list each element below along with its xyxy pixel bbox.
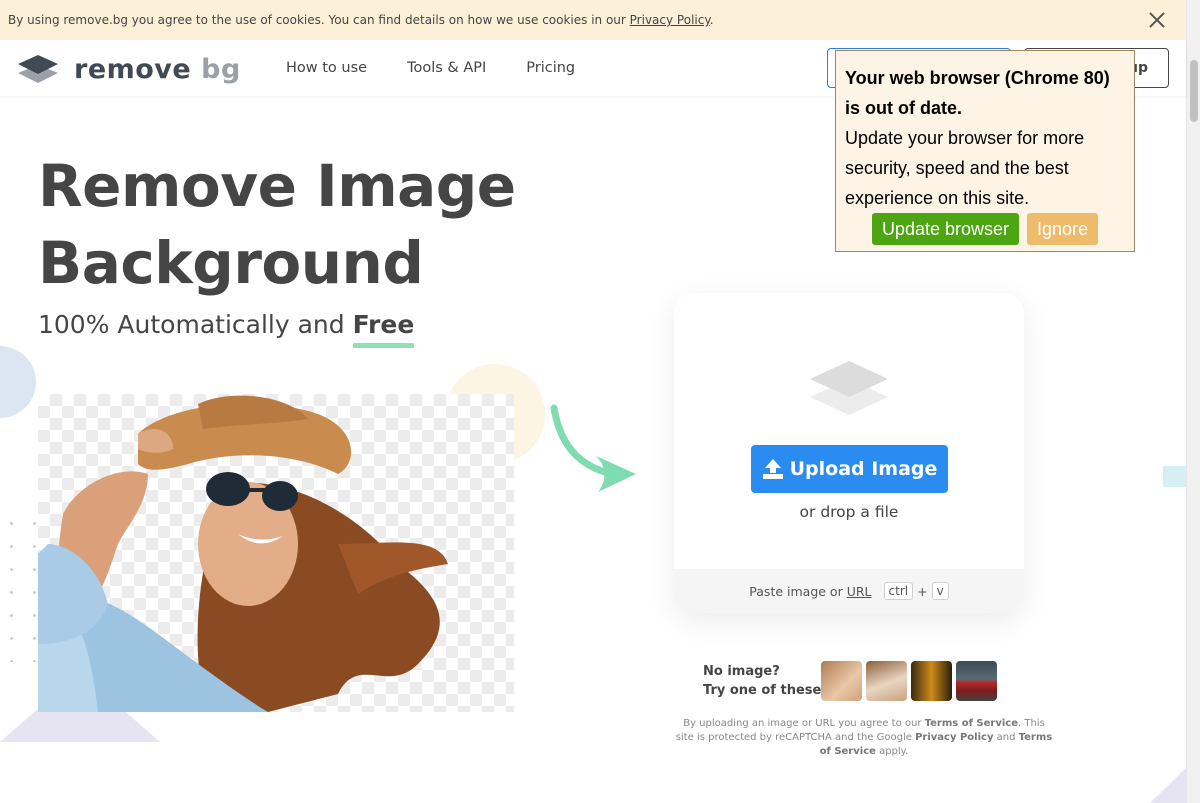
sample-image-car[interactable] xyxy=(956,661,997,701)
update-browser-popup: Your web browser (Chrome 80) is out of d… xyxy=(835,50,1135,252)
hero-subtitle: 100% Automatically and Free xyxy=(38,310,415,339)
scrollbar-thumb[interactable] xyxy=(1190,60,1198,122)
close-icon[interactable] xyxy=(1146,9,1168,31)
page-title: Remove Image Background xyxy=(38,152,516,297)
decorative-dots xyxy=(0,512,40,662)
example-photo xyxy=(38,394,514,712)
main-nav: How to use Tools & API Pricing xyxy=(286,60,575,76)
nav-pricing[interactable]: Pricing xyxy=(526,60,575,76)
update-popup-body: Update your browser for more security, s… xyxy=(845,128,1085,208)
logo[interactable]: remove bg xyxy=(16,53,241,85)
upload-button-label: Upload Image xyxy=(789,458,938,480)
sample-image-phone[interactable] xyxy=(911,661,952,701)
legal-text: By uploading an image or URL you agree t… xyxy=(675,718,1053,757)
paste-bar: Paste image or URL ctrl + v xyxy=(674,569,1024,613)
update-popup-title: Your web browser (Chrome 80) is out of d… xyxy=(845,68,1110,118)
terms-link[interactable]: Terms of Service xyxy=(925,718,1018,729)
samples-label: No image? Try one of these: xyxy=(703,664,827,698)
upload-image-button[interactable]: Upload Image xyxy=(751,445,948,493)
layers-icon xyxy=(810,361,888,415)
free-highlight: Free xyxy=(352,310,415,339)
v-key: v xyxy=(931,582,949,600)
paste-url-link[interactable]: URL xyxy=(847,584,872,599)
ignore-button[interactable]: Ignore xyxy=(1027,213,1099,245)
ctrl-key: ctrl xyxy=(883,582,914,600)
logo-text: remove bg xyxy=(74,53,241,85)
nav-how-to-use[interactable]: How to use xyxy=(286,60,367,76)
sample-image-woman[interactable] xyxy=(821,661,862,701)
cookie-privacy-link[interactable]: Privacy Policy xyxy=(630,13,710,27)
arrow-icon xyxy=(550,404,636,492)
sample-image-animals[interactable] xyxy=(866,661,907,701)
nav-tools-api[interactable]: Tools & API xyxy=(407,60,486,76)
decorative-square xyxy=(1163,466,1186,487)
cookie-bar: By using remove.bg you agree to the use … xyxy=(0,0,1186,40)
upload-icon xyxy=(762,459,783,479)
cookie-text: By using remove.bg you agree to the use … xyxy=(8,13,714,27)
drop-file-text: or drop a file xyxy=(799,503,899,521)
scrollbar[interactable] xyxy=(1186,0,1200,803)
privacy-policy-link[interactable]: Privacy Policy xyxy=(915,732,993,743)
woman-photo-illustration xyxy=(38,395,448,712)
decorative-circle xyxy=(0,346,36,418)
update-browser-button[interactable]: Update browser xyxy=(871,213,1020,245)
logo-icon xyxy=(18,55,58,83)
decorative-triangle xyxy=(1150,768,1186,803)
sample-images xyxy=(821,661,997,701)
upload-card[interactable]: Upload Image or drop a file Paste image … xyxy=(674,293,1024,613)
